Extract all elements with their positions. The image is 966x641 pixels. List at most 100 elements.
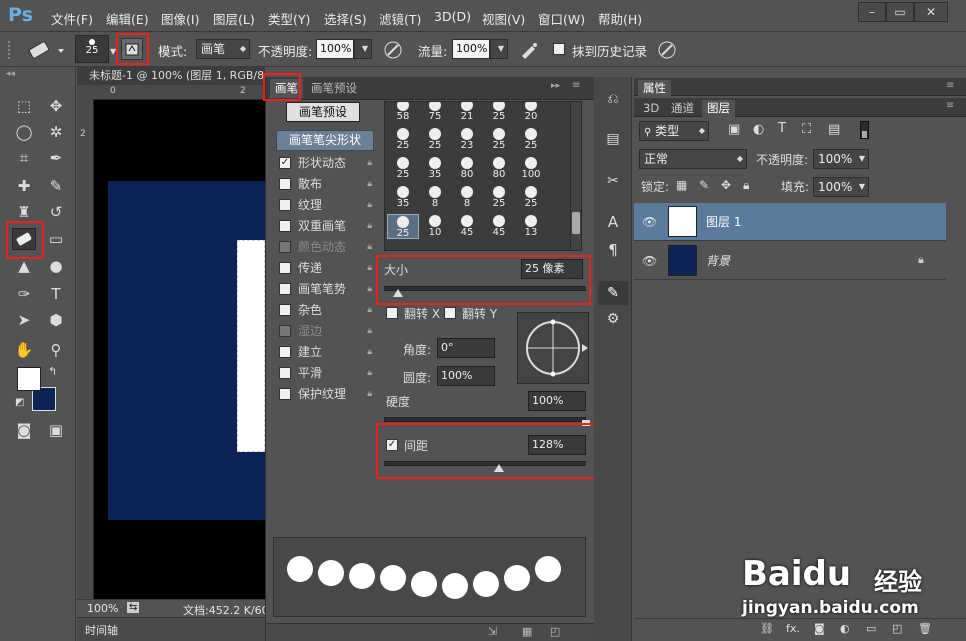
erase-history-checkbox[interactable] [553,43,565,55]
menu-filter[interactable]: 滤镜(T) [379,9,421,28]
quick-mask-icon[interactable]: ◙ [12,419,36,441]
tool-presets-icon[interactable]: ✂ [602,173,624,195]
brush-tip[interactable]: 25 [483,127,515,152]
hardness-slider-track[interactable] [384,417,586,422]
brush-tip[interactable]: 21 [451,102,483,123]
menu-window[interactable]: 窗口(W) [538,9,585,28]
brush-tip[interactable]: 23 [451,127,483,152]
zoom-tool-icon[interactable]: ⚲ [44,339,68,361]
brush-tip[interactable]: 20 [515,102,547,123]
option-smoothing[interactable]: 平滑 🔒︎ [276,364,374,383]
option-build-up[interactable]: 建立 🔒︎ [276,343,374,362]
foreground-color-swatch[interactable] [17,367,41,391]
menu-view[interactable]: 视图(V) [482,9,525,28]
filter-pixel-icon[interactable]: ▣ [728,122,740,137]
close-button[interactable]: ✕ [914,2,948,22]
brush-tip[interactable]: 25 [515,127,547,152]
option-protect-texture[interactable]: 保护纹理 🔒︎ [276,385,374,404]
clone-source-icon[interactable]: ⚙ [602,311,624,333]
brush-tip[interactable]: 10 [419,214,451,239]
menu-select[interactable]: 选择(S) [324,9,367,28]
size-slider-thumb[interactable] [393,289,404,297]
pressure-opacity-icon[interactable] [382,39,404,61]
brush-tip[interactable]: 58 [387,102,419,123]
timeline-label[interactable]: 时间轴 [85,622,118,638]
blur-tool-icon[interactable]: ▲ [12,255,36,277]
flow-dropdown[interactable]: ▼ [490,39,508,59]
size-input[interactable]: 25 像素 [521,259,583,279]
menu-help[interactable]: 帮助(H) [598,9,642,28]
option-texture[interactable]: 纹理 🔒︎ [276,196,374,215]
spacing-slider-thumb[interactable] [494,464,505,472]
filter-adjustment-icon[interactable]: ◐ [753,122,764,137]
move-tool-icon[interactable]: ✥ [44,95,68,117]
option-dual-brush[interactable]: 双重画笔 🔒︎ [276,217,374,236]
brush-tip[interactable]: 25 [387,214,419,239]
history-brush-tool-icon[interactable]: ↺ [44,201,68,223]
eraser-tool-preset-icon[interactable] [24,39,64,61]
brush-tip[interactable]: 8 [419,185,451,210]
brush-tip[interactable]: 45 [451,214,483,239]
layer-row[interactable]: 👁︎ 背景 🔒︎ [634,242,946,280]
option-brush-pose[interactable]: 画笔笔势 🔒︎ [276,280,374,299]
roundness-input[interactable]: 100% [437,366,495,386]
hardness-input[interactable]: 100% [528,391,586,411]
history-icon[interactable]: ⎌ [602,91,624,113]
shape-tool-icon[interactable]: ⬢ [44,309,68,331]
brush-tip[interactable]: 25 [387,127,419,152]
character-icon[interactable]: A [602,213,624,235]
pressure-size-icon[interactable] [656,39,678,61]
brush-tip[interactable]: 35 [419,156,451,181]
fill-input[interactable]: 100% ▼ [813,177,869,197]
size-slider-track[interactable] [384,286,586,291]
opacity-dropdown[interactable]: ▼ [354,39,372,59]
option-scattering[interactable]: 散布 🔒︎ [276,175,374,194]
brush-tip[interactable]: 13 [515,214,547,239]
layer-name[interactable]: 图层 1 [706,213,741,230]
grid-icon[interactable]: ▦ [522,625,532,638]
tip-grid-scrollbar[interactable] [570,101,582,251]
option-shape-dynamics[interactable]: ✓ 形状动态 🔒︎ [276,154,374,173]
menu-file[interactable]: 文件(F) [51,9,93,28]
status-share-icon[interactable]: ⇆ [127,602,140,613]
flip-x-checkbox[interactable] [386,307,398,319]
dodge-tool-icon[interactable]: ● [44,255,68,277]
collapse-icon[interactable]: ◂◂ [6,69,15,79]
type-tool-icon[interactable]: T [44,283,68,305]
tab-channels[interactable]: 通道 [666,100,699,117]
layer-name[interactable]: 背景 [706,252,730,269]
spacing-input[interactable]: 128% [528,435,586,455]
panel-menu-icon[interactable]: ≡ [946,100,954,111]
clone-stamp-tool-icon[interactable]: ♜ [12,201,36,223]
brush-tip[interactable]: 25 [387,156,419,181]
option-transfer[interactable]: 传递 🔒︎ [276,259,374,278]
lock-position-icon[interactable]: ✥ [721,178,731,192]
option-color-dynamics[interactable]: 颜色动态 🔒︎ [276,238,374,257]
menu-image[interactable]: 图像(I) [161,9,199,28]
brush-size-picker[interactable]: 25 [75,35,109,63]
filter-smart-object-icon[interactable]: ▤ [828,122,840,137]
angle-roundness-widget[interactable] [517,312,589,384]
tab-brush-presets[interactable]: 画笔预设 [306,79,362,98]
mode-select[interactable]: 画笔 ◆ [196,39,250,59]
eyedropper-tool-icon[interactable]: ✒ [44,147,68,169]
brush-tip[interactable]: 100 [515,156,547,181]
spacing-slider-track[interactable] [384,461,586,466]
brush-tip[interactable]: 80 [483,156,515,181]
airbrush-icon[interactable] [518,39,540,61]
brush-tool-icon[interactable]: ✎ [44,175,68,197]
layer-row[interactable]: 👁︎ 图层 1 [634,203,946,241]
filter-shape-icon[interactable]: ⛶ [802,122,811,137]
restore-button[interactable]: ▭ [886,2,914,22]
tab-layers[interactable]: 图层 [702,100,735,117]
minimize-button[interactable]: – [858,2,886,22]
crop-tool-icon[interactable]: ⌗ [12,147,36,169]
lock-all-icon[interactable]: 🔒︎ [743,178,749,193]
gradient-tool-icon[interactable]: ▭ [44,228,68,250]
flow-input[interactable]: 100% [452,39,490,59]
visibility-eye-icon[interactable]: 👁︎ [642,254,657,268]
layer-filter-kind[interactable]: ⚲ 类型 ◆ [639,121,709,141]
toggle-bristle-preview-icon[interactable]: ⇲ [488,625,497,638]
opacity-input[interactable]: 100% [316,39,354,59]
visibility-eye-icon[interactable]: 👁︎ [642,215,657,229]
